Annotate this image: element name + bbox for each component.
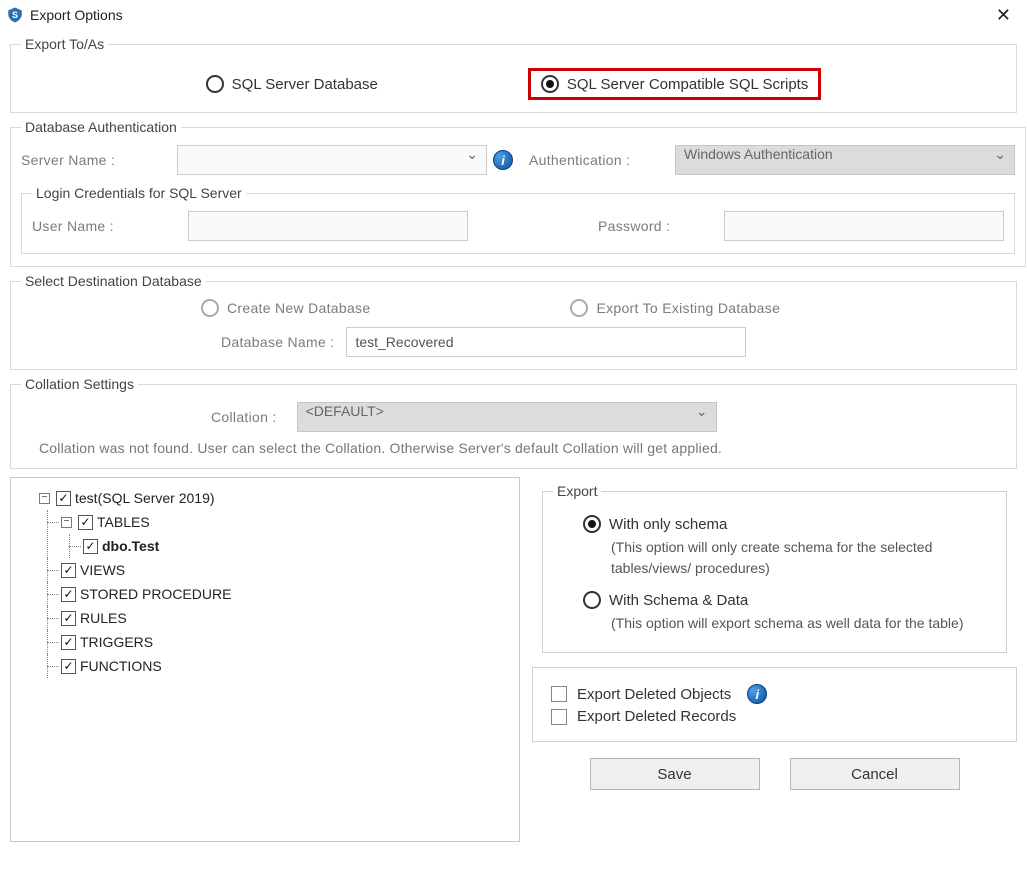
- radio-only-schema[interactable]: With only schema: [583, 515, 976, 533]
- export-legend: Export: [553, 483, 601, 499]
- radio-schema-data[interactable]: With Schema & Data: [583, 591, 976, 609]
- tree-item: VIEWS: [80, 558, 125, 582]
- user-name-label: User Name :: [32, 218, 182, 234]
- collation-message: Collation was not found. User can select…: [21, 432, 1006, 456]
- highlight-sql-scripts: SQL Server Compatible SQL Scripts: [528, 68, 821, 100]
- db-auth-legend: Database Authentication: [21, 119, 181, 135]
- checkbox[interactable]: [78, 515, 93, 530]
- app-icon: S: [6, 6, 24, 24]
- svg-text:S: S: [12, 10, 18, 20]
- dest-db-group: Select Destination Database Create New D…: [10, 273, 1017, 370]
- checkbox[interactable]: [61, 587, 76, 602]
- tree-item: TRIGGERS: [80, 630, 153, 654]
- tree-item: FUNCTIONS: [80, 654, 162, 678]
- db-name-input[interactable]: [346, 327, 746, 357]
- password-input[interactable]: [724, 211, 1004, 241]
- password-label: Password :: [598, 218, 718, 234]
- schema-data-desc: (This option will export schema as well …: [583, 613, 976, 634]
- db-auth-group: Database Authentication Server Name : ⌄ …: [10, 119, 1026, 267]
- radio-create-new-db[interactable]: Create New Database: [201, 299, 370, 317]
- chevron-down-icon: ⌄: [696, 403, 708, 420]
- info-icon[interactable]: i: [493, 150, 513, 170]
- cancel-button[interactable]: Cancel: [790, 758, 960, 790]
- deleted-records-label: Export Deleted Records: [577, 708, 736, 725]
- collation-select[interactable]: <DEFAULT> ⌄: [297, 402, 717, 432]
- close-icon[interactable]: ✕: [990, 5, 1017, 26]
- expander-minus-icon[interactable]: −: [39, 493, 50, 504]
- server-name-label: Server Name :: [21, 152, 171, 168]
- radio-sql-server-db[interactable]: SQL Server Database: [206, 68, 378, 100]
- checkbox[interactable]: [61, 563, 76, 578]
- checkbox[interactable]: [83, 539, 98, 554]
- tree-item: TABLES: [97, 510, 150, 534]
- checkbox-deleted-objects[interactable]: [551, 686, 567, 702]
- tree-item: STORED PROCEDURE: [80, 582, 231, 606]
- export-to-legend: Export To/As: [21, 36, 108, 52]
- chevron-down-icon: ⌄: [466, 146, 478, 163]
- dest-db-legend: Select Destination Database: [21, 273, 206, 289]
- radio-export-existing[interactable]: Export To Existing Database: [570, 299, 780, 317]
- window-title: Export Options: [30, 7, 123, 23]
- collation-legend: Collation Settings: [21, 376, 138, 392]
- deleted-group: Export Deleted Objects i Export Deleted …: [532, 667, 1017, 742]
- tree-item: dbo.Test: [102, 534, 159, 558]
- only-schema-desc: (This option will only create schema for…: [583, 537, 976, 579]
- tree-root: test(SQL Server 2019): [75, 486, 215, 510]
- titlebar: S Export Options ✕: [0, 0, 1027, 30]
- deleted-objects-label: Export Deleted Objects: [577, 686, 731, 703]
- user-name-input[interactable]: [188, 211, 468, 241]
- checkbox[interactable]: [61, 635, 76, 650]
- expander-minus-icon[interactable]: −: [61, 517, 72, 528]
- export-group: Export With only schema (This option wil…: [542, 483, 1007, 653]
- save-button[interactable]: Save: [590, 758, 760, 790]
- auth-label: Authentication :: [529, 152, 669, 168]
- export-to-group: Export To/As SQL Server Database SQL Ser…: [10, 36, 1017, 113]
- checkbox-deleted-records[interactable]: [551, 709, 567, 725]
- login-group: Login Credentials for SQL Server User Na…: [21, 185, 1015, 254]
- collation-label: Collation :: [211, 409, 277, 425]
- tree-item: RULES: [80, 606, 127, 630]
- collation-group: Collation Settings Collation : <DEFAULT>…: [10, 376, 1017, 469]
- checkbox[interactable]: [56, 491, 71, 506]
- auth-select[interactable]: Windows Authentication ⌄: [675, 145, 1015, 175]
- db-name-label: Database Name :: [221, 334, 334, 350]
- radio-sql-scripts[interactable]: SQL Server Compatible SQL Scripts: [541, 75, 808, 93]
- login-legend: Login Credentials for SQL Server: [32, 185, 246, 201]
- server-name-select[interactable]: ⌄: [177, 145, 487, 175]
- checkbox[interactable]: [61, 611, 76, 626]
- info-icon[interactable]: i: [747, 684, 767, 704]
- checkbox[interactable]: [61, 659, 76, 674]
- chevron-down-icon: ⌄: [994, 146, 1006, 163]
- object-tree[interactable]: − test(SQL Server 2019) − TABLES: [10, 477, 520, 842]
